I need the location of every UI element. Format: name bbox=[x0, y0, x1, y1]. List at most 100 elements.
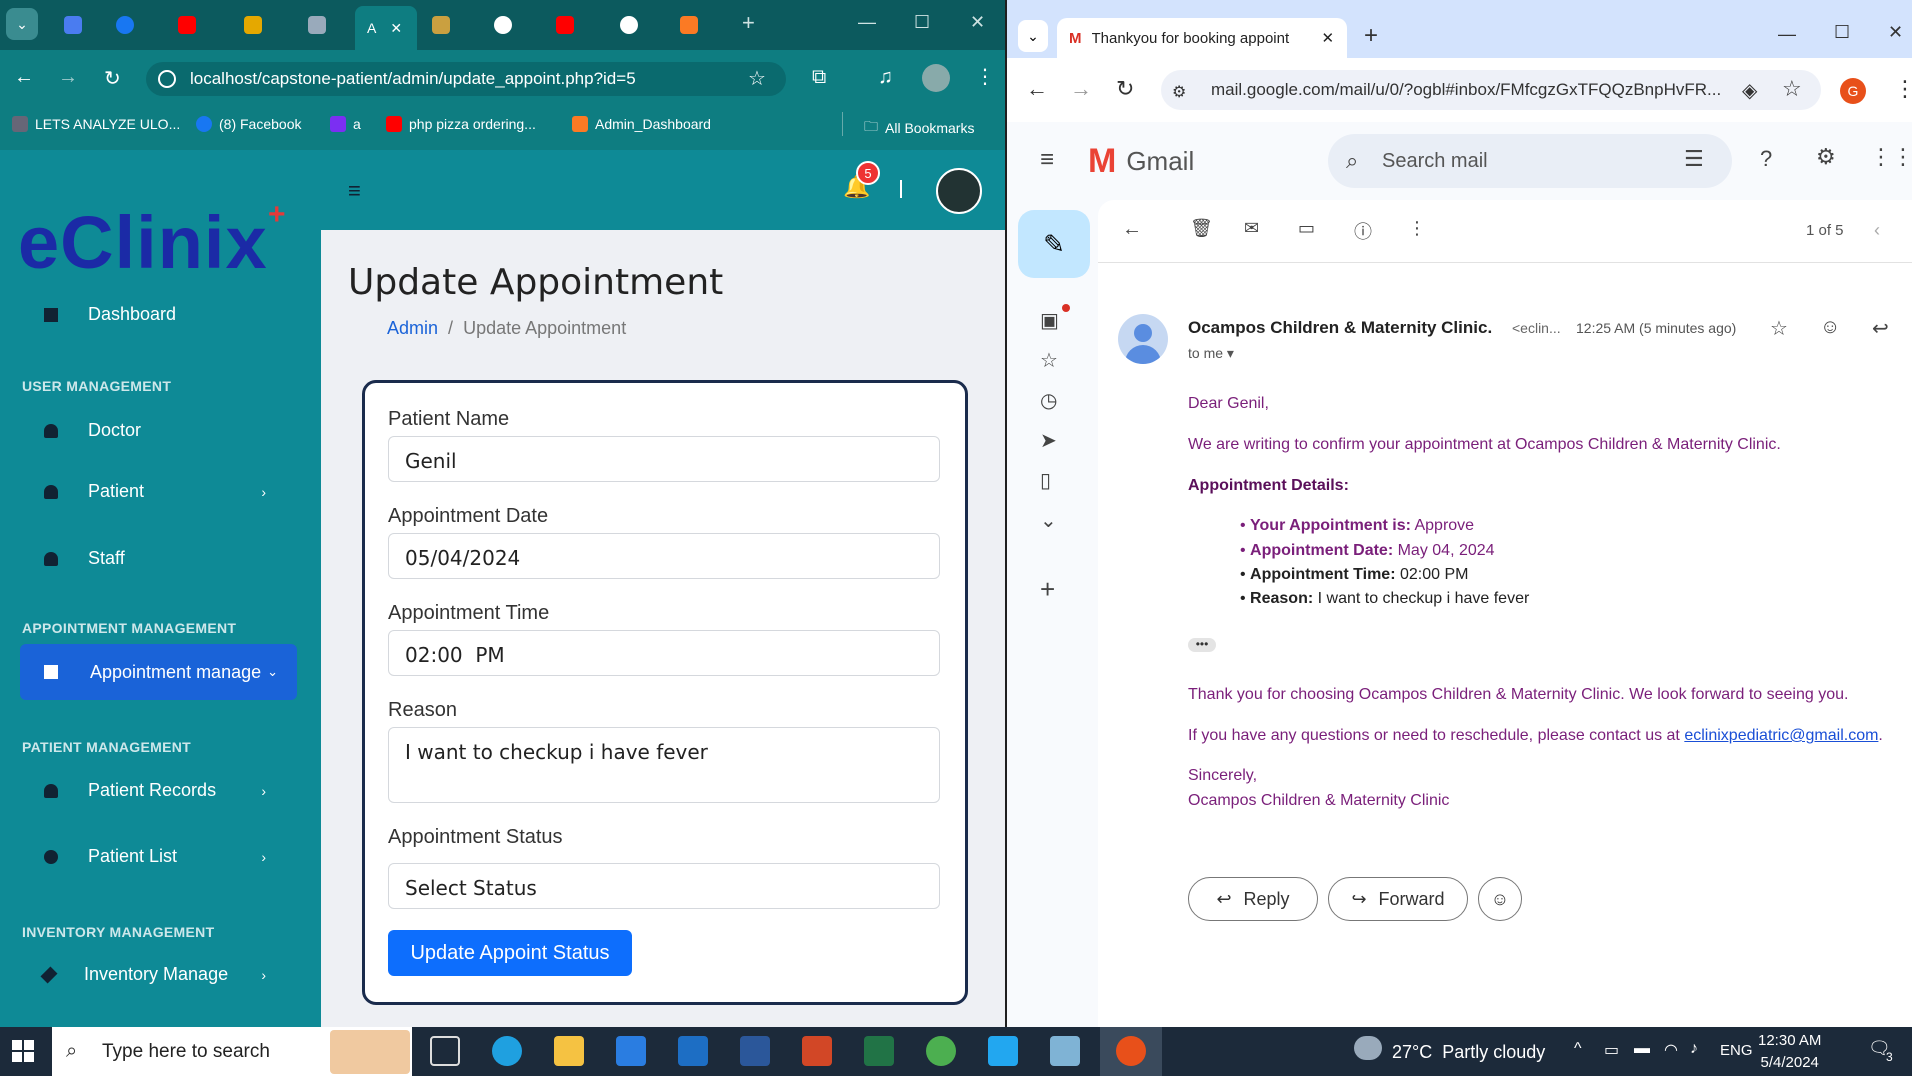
close-tab-icon[interactable]: ✕ bbox=[390, 20, 402, 37]
active-tab[interactable]: A ✕ bbox=[355, 6, 417, 50]
all-bookmarks[interactable]: 🗀 All Bookmarks bbox=[864, 116, 974, 140]
chevron-down-icon[interactable]: ⌄ bbox=[1040, 508, 1057, 533]
bookmark-5[interactable]: Admin_Dashboard bbox=[572, 116, 711, 132]
user-avatar[interactable] bbox=[936, 168, 982, 214]
sidebar-item-patient-records[interactable]: Patient Records › bbox=[44, 780, 284, 801]
reason-textarea[interactable]: I want to checkup i have fever bbox=[388, 727, 940, 803]
task-view-icon[interactable] bbox=[430, 1036, 460, 1066]
excel-icon[interactable] bbox=[864, 1036, 894, 1066]
apps-grid-icon[interactable]: ⋮⋮ bbox=[1870, 144, 1912, 170]
appointment-status-select[interactable]: Select Status bbox=[388, 863, 940, 909]
emoji-icon[interactable]: ☺ bbox=[1820, 316, 1840, 339]
media-icon[interactable]: ♫ bbox=[878, 66, 893, 89]
trash-icon[interactable]: 🗑 bbox=[1190, 218, 1213, 239]
reply-button[interactable]: ↩ Reply bbox=[1188, 877, 1318, 921]
prev-icon[interactable]: ‹ bbox=[1874, 220, 1880, 241]
reload-icon[interactable]: ↻ bbox=[104, 66, 121, 91]
mark-unread-icon[interactable]: ✉ bbox=[1244, 218, 1259, 239]
bookmark-4[interactable]: php pizza ordering... bbox=[386, 116, 536, 132]
weather-text[interactable]: 27°C Partly cloudy bbox=[1392, 1042, 1545, 1063]
back-icon[interactable]: ← bbox=[1026, 76, 1048, 102]
mail-icon[interactable] bbox=[678, 1036, 708, 1066]
breadcrumb-admin-link[interactable]: Admin bbox=[387, 318, 438, 338]
main-menu-icon[interactable]: ≡ bbox=[1040, 146, 1054, 174]
star-icon[interactable]: ☆ bbox=[1770, 316, 1788, 341]
minimize-icon[interactable]: — bbox=[1778, 24, 1796, 45]
clock[interactable]: 12:30 AM 5/4/2024 bbox=[1758, 1030, 1821, 1074]
bookmark-1[interactable]: LETS ANALYZE ULO... bbox=[12, 116, 180, 132]
menu-icon[interactable]: ⋮ bbox=[975, 64, 995, 89]
tab-chatgpt[interactable] bbox=[300, 10, 360, 40]
forward-icon[interactable]: → bbox=[58, 66, 78, 89]
tab-drive[interactable] bbox=[424, 10, 484, 40]
forward-button[interactable]: ↪ Forward bbox=[1328, 877, 1468, 921]
profile-avatar[interactable] bbox=[922, 64, 950, 92]
sidebar-item-appointment-manage[interactable]: Appointment manage ⌄ bbox=[20, 644, 297, 700]
help-icon[interactable]: ? bbox=[1760, 146, 1772, 172]
search-icon[interactable]: ⌕ bbox=[1346, 148, 1358, 174]
gmail-logo[interactable]: M Gmail bbox=[1088, 142, 1194, 181]
site-settings-icon[interactable]: ⚙ bbox=[1172, 82, 1186, 102]
tab-youtube-1[interactable] bbox=[170, 10, 230, 40]
tray-chevron-up-icon[interactable]: ^ bbox=[1574, 1040, 1582, 1058]
emoji-reaction-button[interactable]: ☺ bbox=[1478, 877, 1522, 921]
close-tab-icon[interactable]: ✕ bbox=[1322, 29, 1335, 47]
star-icon[interactable]: ☆ bbox=[1040, 348, 1058, 373]
tab-google-1[interactable] bbox=[486, 10, 546, 40]
move-to-icon[interactable]: ▭ bbox=[1298, 218, 1315, 239]
bookmark-2[interactable]: (8) Facebook bbox=[196, 116, 301, 132]
word-icon[interactable] bbox=[740, 1036, 770, 1066]
tab-facebook[interactable] bbox=[108, 10, 168, 40]
right-address-bar[interactable]: mail.google.com/mail/u/0/?ogbl#inbox/FMf… bbox=[1161, 70, 1821, 110]
sidebar-item-doctor[interactable]: Doctor bbox=[44, 420, 284, 441]
profile-avatar[interactable]: G bbox=[1840, 78, 1866, 104]
language-indicator[interactable]: ENG bbox=[1720, 1042, 1753, 1059]
bookmark-star-icon[interactable]: ☆ bbox=[748, 66, 766, 91]
search-input[interactable]: Search mail bbox=[1328, 134, 1732, 188]
gear-icon[interactable]: ⚙ bbox=[1816, 144, 1836, 170]
new-tab-button[interactable]: + bbox=[742, 10, 755, 36]
report-icon[interactable]: ⓘ bbox=[1354, 218, 1372, 244]
chrome-profile-icon[interactable] bbox=[1116, 1036, 1146, 1066]
wifi-icon[interactable]: ◠ bbox=[1664, 1040, 1678, 1060]
reply-icon[interactable]: ↩ bbox=[1872, 316, 1889, 341]
gmail-tab[interactable]: M Thankyou for booking appoint ✕ bbox=[1057, 18, 1347, 58]
vscode-icon[interactable] bbox=[988, 1036, 1018, 1066]
chrome-icon[interactable] bbox=[926, 1036, 956, 1066]
reload-icon[interactable]: ↻ bbox=[1116, 76, 1134, 102]
maximize-icon[interactable]: ☐ bbox=[1834, 22, 1850, 43]
file-explorer-icon[interactable] bbox=[554, 1036, 584, 1066]
tab-chart[interactable] bbox=[236, 10, 296, 40]
close-window-icon[interactable]: ✕ bbox=[970, 12, 985, 33]
lens-icon[interactable]: ◈ bbox=[1742, 78, 1757, 103]
bookmark-3[interactable]: a bbox=[330, 116, 361, 132]
volume-icon[interactable]: ♪ bbox=[1690, 1040, 1698, 1058]
patient-name-field[interactable]: Genil bbox=[388, 436, 940, 482]
minimize-icon[interactable]: — bbox=[858, 12, 876, 33]
contact-email-link[interactable]: eclinixpediatric@gmail.com bbox=[1684, 727, 1878, 744]
left-address-bar[interactable]: localhost/capstone-patient/admin/update_… bbox=[146, 62, 786, 96]
inbox-icon[interactable]: ▣ bbox=[1040, 308, 1059, 333]
site-info-icon[interactable] bbox=[158, 70, 176, 88]
filter-options-icon[interactable]: ☰ bbox=[1684, 146, 1704, 172]
maximize-icon[interactable]: ☐ bbox=[914, 12, 930, 33]
close-window-icon[interactable]: ✕ bbox=[1888, 22, 1903, 43]
meet-icon[interactable]: ▭ bbox=[1604, 1040, 1619, 1060]
powerpoint-icon[interactable] bbox=[802, 1036, 832, 1066]
sidebar-item-staff[interactable]: Staff bbox=[44, 548, 284, 569]
hamburger-menu-icon[interactable]: ≡ bbox=[348, 178, 361, 204]
extensions-icon[interactable]: ⧉ bbox=[812, 66, 826, 89]
app-icon[interactable] bbox=[1050, 1036, 1080, 1066]
sidebar-item-patient-list[interactable]: Patient List › bbox=[44, 846, 284, 867]
tab-google-2[interactable] bbox=[612, 10, 672, 40]
tab-search-button[interactable]: ⌄ bbox=[6, 8, 38, 40]
more-icon[interactable]: ⋮ bbox=[1408, 218, 1426, 239]
back-to-inbox-icon[interactable]: ← bbox=[1122, 218, 1142, 241]
update-appoint-status-button[interactable]: Update Appoint Status bbox=[388, 930, 632, 976]
sidebar-item-inventory[interactable]: Inventory Manage › bbox=[40, 964, 284, 985]
tab-1[interactable] bbox=[56, 10, 116, 40]
forward-icon[interactable]: → bbox=[1070, 76, 1092, 102]
back-icon[interactable]: ← bbox=[14, 66, 34, 89]
compose-button[interactable]: ✎ bbox=[1018, 210, 1090, 278]
new-tab-button[interactable]: + bbox=[1364, 22, 1378, 50]
